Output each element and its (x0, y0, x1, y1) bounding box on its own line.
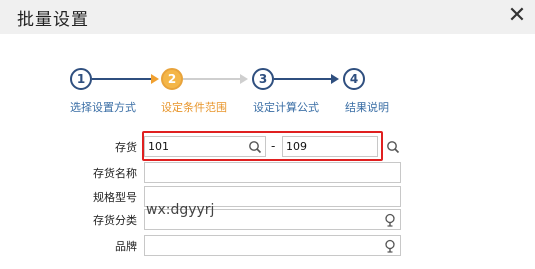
lookup-icon[interactable] (384, 239, 398, 253)
search-icon[interactable] (386, 140, 400, 154)
step-2-label: 设定条件范围 (161, 101, 227, 114)
step-arrow-icon (331, 74, 339, 84)
step-4-label: 结果说明 (345, 101, 389, 114)
step-1-circle: 1 (70, 68, 92, 90)
search-icon[interactable] (248, 140, 262, 154)
step-4-circle: 4 (343, 68, 365, 90)
inventory-name-label: 存货名称 (93, 167, 137, 180)
lookup-icon[interactable] (384, 213, 398, 227)
step-arrow-icon (240, 74, 248, 84)
range-separator: - (271, 139, 276, 153)
batch-settings-dialog: 批量设置 ✕ 1 2 3 4 选择设置方式 设定条件范围 设定计算公式 结果说明… (0, 0, 535, 269)
step-3-circle: 3 (252, 68, 274, 90)
step-arrow-icon (151, 74, 159, 84)
title-bar: 批量设置 ✕ (0, 0, 535, 34)
step-2-connector (183, 78, 241, 80)
step-2-circle: 2 (161, 68, 183, 90)
step-1-connector (92, 78, 152, 80)
watermark-text: wx:dgyyrj (146, 202, 215, 218)
inventory-name-input[interactable] (144, 162, 401, 183)
step-1-label: 选择设置方式 (70, 101, 136, 114)
inventory-to-input[interactable]: 109 (282, 136, 378, 157)
step-3-label: 设定计算公式 (253, 101, 319, 114)
close-icon[interactable]: ✕ (505, 3, 529, 29)
brand-input[interactable] (144, 235, 401, 256)
dialog-title: 批量设置 (17, 10, 89, 30)
brand-label: 品牌 (115, 240, 137, 253)
inventory-label: 存货 (115, 141, 137, 154)
step-3-connector (274, 78, 332, 80)
inventory-category-label: 存货分类 (93, 214, 137, 227)
spec-model-label: 规格型号 (93, 191, 137, 204)
